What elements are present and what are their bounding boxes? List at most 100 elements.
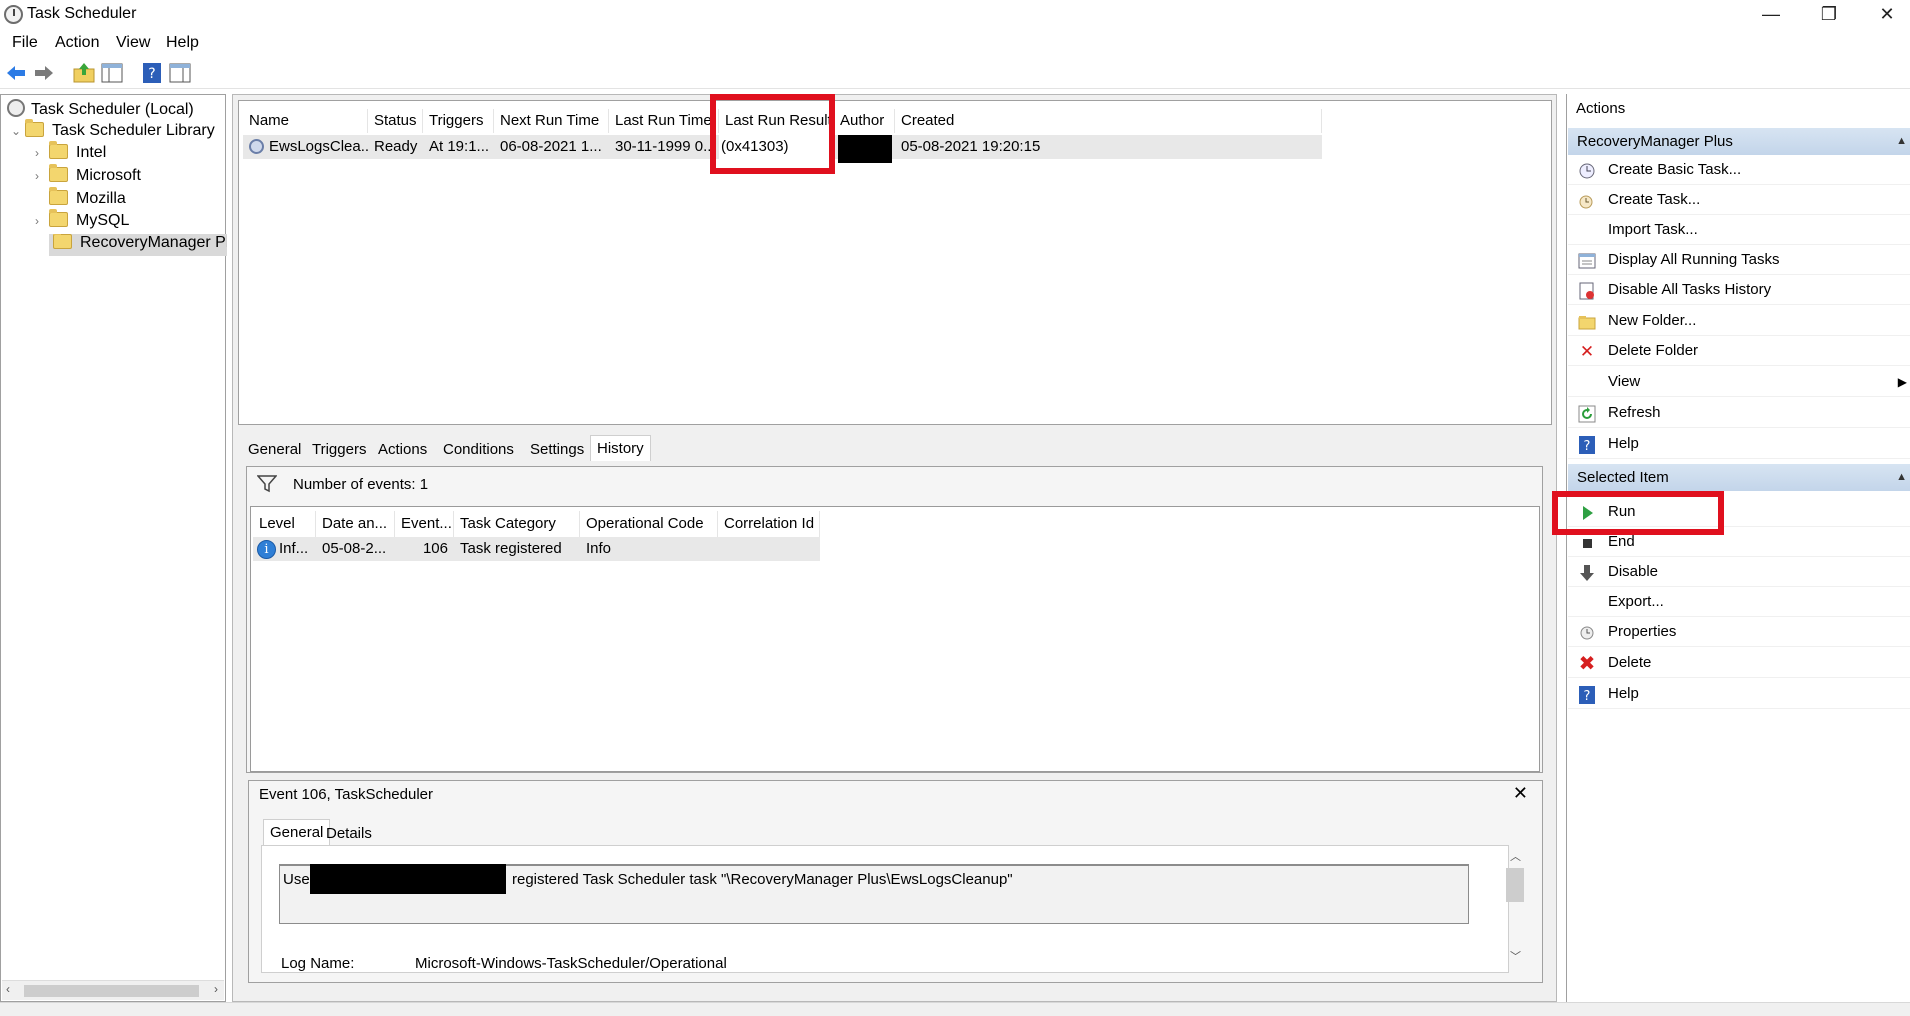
column-header-name[interactable]: Name [243, 109, 368, 133]
detail-tab-details[interactable]: Details [320, 821, 378, 847]
scroll-up-arrow-icon[interactable]: ︿ [1510, 848, 1521, 864]
section-title: RecoveryManager Plus [1577, 133, 1733, 150]
create-task-icon [1578, 192, 1596, 210]
section-recoverymanager-plus[interactable]: RecoveryManager Plus ▲ [1568, 128, 1910, 155]
action-create-task[interactable]: Create Task... [1568, 185, 1910, 215]
highlight-run-action [1552, 491, 1724, 535]
close-button[interactable]: ✕ [1858, 0, 1910, 30]
action-properties[interactable]: Properties [1568, 617, 1910, 647]
tree-root-item[interactable]: Task Scheduler (Local) [7, 99, 194, 121]
tree-item-microsoft[interactable]: › Microsoft [35, 164, 141, 189]
action-delete-folder[interactable]: ✕ Delete Folder [1568, 336, 1910, 366]
disable-history-icon [1578, 282, 1596, 300]
action-label: Refresh [1608, 404, 1661, 421]
chevron-right-icon[interactable]: › [35, 169, 49, 183]
column-header-last-run-time[interactable]: Last Run Time [609, 109, 719, 133]
column-header-status[interactable]: Status [368, 109, 423, 133]
column-header-event[interactable]: Event... [395, 511, 454, 537]
action-create-basic-task[interactable]: Create Basic Task... [1568, 155, 1910, 185]
up-folder-icon[interactable] [72, 61, 96, 85]
scrollbar-thumb[interactable] [24, 985, 199, 997]
task-created: 05-08-2021 19:20:15 [901, 138, 1041, 155]
section-selected-item[interactable]: Selected Item ▲ [1568, 464, 1910, 491]
tree-item-label: Intel [76, 144, 107, 161]
column-header-triggers[interactable]: Triggers [423, 109, 494, 133]
event-message-text: registered Task Scheduler task "\Recover… [512, 871, 1013, 888]
task-list: Name Status Triggers Next Run Time Last … [238, 100, 1552, 425]
minimize-button[interactable]: — [1742, 0, 1800, 30]
clock-icon [7, 99, 25, 117]
show-hide-console-tree-icon[interactable] [100, 61, 124, 85]
action-label: Display All Running Tasks [1608, 251, 1780, 268]
column-header-author[interactable]: Author [834, 109, 895, 133]
restore-button[interactable]: ❐ [1800, 0, 1858, 30]
forward-arrow-icon[interactable] [32, 61, 56, 85]
collapse-arrow-icon[interactable]: ▲ [1896, 464, 1907, 491]
menu-file[interactable]: File [12, 34, 38, 52]
tab-conditions[interactable]: Conditions [437, 437, 520, 463]
column-header-operational-code[interactable]: Operational Code [580, 511, 718, 537]
action-help[interactable]: ? Help [1568, 429, 1910, 459]
action-refresh[interactable]: Refresh [1568, 398, 1910, 428]
action-display-all-running-tasks[interactable]: Display All Running Tasks [1568, 245, 1910, 275]
column-header-task-category[interactable]: Task Category [454, 511, 580, 537]
action-disable[interactable]: Disable [1568, 557, 1910, 587]
folder-icon [49, 141, 68, 159]
horizontal-scrollbar[interactable]: ‹ › [2, 980, 224, 1000]
collapse-arrow-icon[interactable]: ▲ [1896, 128, 1907, 155]
new-folder-icon [1578, 313, 1596, 331]
disable-down-arrow-icon [1578, 564, 1596, 582]
chevron-right-icon[interactable]: › [35, 146, 49, 160]
scrollbar-thumb[interactable] [1506, 868, 1524, 902]
action-delete[interactable]: ✖ Delete [1568, 648, 1910, 678]
show-hide-action-pane-icon[interactable] [168, 61, 192, 85]
event-list: Level Date an... Event... Task Category … [250, 506, 1540, 772]
tab-actions[interactable]: Actions [372, 437, 433, 463]
tree-item-mysql[interactable]: › MySQL [35, 209, 129, 234]
column-header-date[interactable]: Date an... [316, 511, 395, 537]
help-icon[interactable]: ? [140, 61, 164, 85]
chevron-down-icon[interactable]: ⌄ [11, 124, 25, 138]
scroll-down-arrow-icon[interactable]: ﹀ [1510, 948, 1521, 964]
tab-settings[interactable]: Settings [524, 437, 590, 463]
tab-history[interactable]: History [590, 435, 651, 461]
action-import-task[interactable]: Import Task... [1568, 215, 1910, 245]
scroll-left-arrow-icon[interactable]: ‹ [6, 982, 10, 996]
tree-item-recoverymanager-plus[interactable]: RecoveryManager Plus [49, 234, 227, 256]
event-id: 106 [422, 540, 448, 557]
column-header-created[interactable]: Created [895, 109, 1322, 133]
tree-item-label: Microsoft [76, 167, 141, 184]
back-arrow-icon[interactable] [4, 61, 28, 85]
action-view[interactable]: View ▶ [1568, 367, 1910, 397]
action-label: Import Task... [1608, 221, 1698, 238]
filter-icon[interactable] [257, 475, 277, 493]
menu-action[interactable]: Action [55, 34, 99, 52]
action-label: Export... [1608, 593, 1664, 610]
tree-item-library[interactable]: ⌄ Task Scheduler Library [11, 119, 215, 144]
scroll-right-arrow-icon[interactable]: › [214, 982, 218, 996]
column-header-level[interactable]: Level [253, 511, 316, 537]
menu-bar: File Action View Help [0, 32, 1910, 54]
log-name-value: Microsoft-Windows-TaskScheduler/Operatio… [415, 955, 727, 972]
tree-library-label: Task Scheduler Library [52, 122, 215, 139]
menu-view[interactable]: View [116, 34, 150, 52]
menu-help[interactable]: Help [166, 34, 199, 52]
folder-icon [49, 187, 68, 205]
action-help-selected[interactable]: ? Help [1568, 679, 1910, 709]
chevron-right-icon[interactable]: › [35, 214, 49, 228]
highlight-last-run-result [710, 94, 835, 174]
task-last-run-time: 30-11-1999 0... [615, 138, 716, 155]
action-label: Create Task... [1608, 191, 1701, 208]
tree-item-intel[interactable]: › Intel [35, 141, 107, 166]
action-new-folder[interactable]: New Folder... [1568, 306, 1910, 336]
column-header-correlation-id[interactable]: Correlation Id [718, 511, 820, 537]
svg-text:?: ? [148, 66, 155, 82]
close-icon[interactable]: ✕ [1513, 783, 1528, 804]
task-name: EwsLogsClea... [269, 138, 368, 155]
tab-triggers[interactable]: Triggers [306, 437, 372, 463]
detail-vertical-scrollbar[interactable]: ︿ ﹀ [1504, 848, 1526, 966]
action-export[interactable]: Export... [1568, 587, 1910, 617]
column-header-next-run-time[interactable]: Next Run Time [494, 109, 609, 133]
tab-general[interactable]: General [242, 437, 307, 463]
action-disable-all-tasks-history[interactable]: Disable All Tasks History [1568, 275, 1910, 305]
